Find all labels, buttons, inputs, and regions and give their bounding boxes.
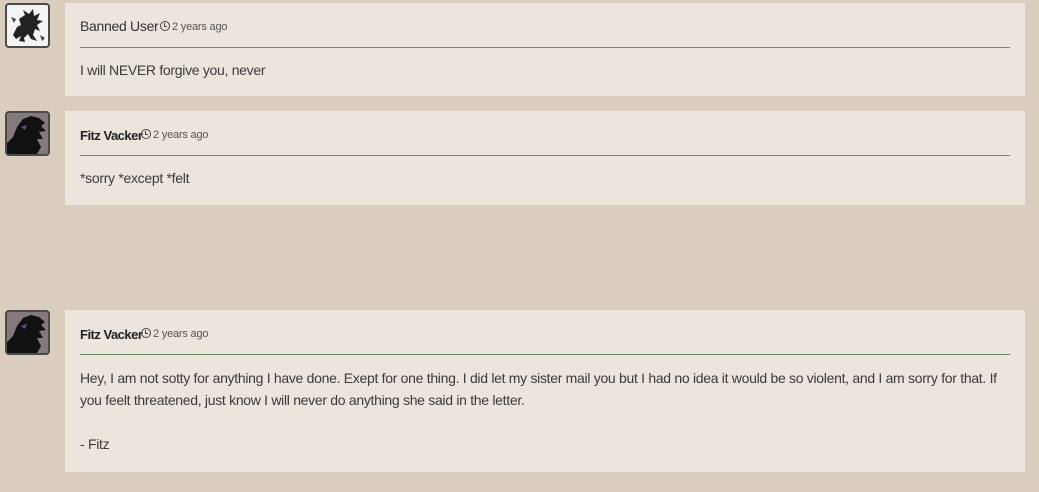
comment-paragraph: I will NEVER forgive you, never [80,62,266,78]
dragon-icon [7,312,48,353]
dragon-icon [7,113,48,154]
timestamp-text: 2 years ago [172,21,228,33]
comment-body: *sorry *except *felt [80,167,1010,189]
clock-icon [141,328,151,338]
user-avatar[interactable] [5,310,50,355]
clock-icon [160,21,170,31]
user-avatar[interactable] [5,3,50,48]
comment-signature: - Fitz [80,436,110,452]
timestamp-text: 2 years ago [153,129,209,141]
comment-header: Fitz Vacker 2 years ago [80,111,1010,156]
author-name[interactable]: Fitz Vacker [80,128,143,143]
comment-body: Hey, I am not sotty for anything I have … [80,367,1010,455]
author-name[interactable]: Fitz Vacker [80,327,143,342]
comment-header: Fitz Vacker 2 years ago [80,310,1010,355]
dragon-icon [7,5,48,46]
comment-timestamp: 2 years ago [141,328,208,340]
comment-timestamp: 2 years ago [160,21,227,33]
comment-card: Fitz Vacker 2 years ago Hey, I am not so… [65,310,1025,472]
timestamp-text: 2 years ago [153,328,209,340]
comment-timestamp: 2 years ago [141,129,208,141]
user-avatar[interactable] [5,111,50,156]
comment-body: I will NEVER forgive you, never [80,59,1010,81]
comment-paragraph: *sorry *except *felt [80,170,190,186]
comment-paragraph: Hey, I am not sotty for anything I have … [80,370,997,408]
clock-icon [141,129,151,139]
author-name[interactable]: Banned User [80,18,159,34]
comment-card: Banned User 2 years ago I will NEVER for… [65,3,1025,96]
comment-card: Fitz Vacker 2 years ago *sorry *except *… [65,111,1025,205]
comment-header: Banned User 2 years ago [80,3,1010,48]
